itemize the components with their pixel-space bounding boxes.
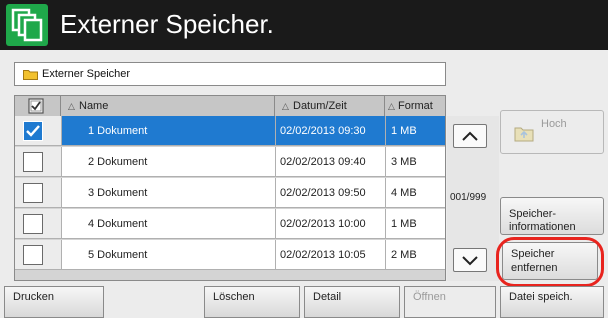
multi-page-copy-icon [6,4,48,46]
up-folder-button[interactable]: Hoch [500,110,604,154]
sort-triangle-icon: △ [282,101,289,111]
column-header-format[interactable]: △ Format [385,96,446,116]
table-row[interactable]: 3 Dokument 02/02/2013 09:50 4 MB [15,178,445,209]
table-row[interactable]: 1 Dokument 02/02/2013 09:30 1 MB [15,116,445,147]
storage-info-button[interactable]: Speicher- informationen [500,197,604,235]
file-date: 02/02/2013 09:40 [280,156,366,168]
page-counter: 001/999 [450,192,487,203]
row-checkbox[interactable] [23,214,43,234]
breadcrumb: Externer Speicher [14,62,446,86]
file-date: 02/02/2013 10:05 [280,249,366,261]
checkmark-icon [26,125,40,137]
page-title: Externer Speicher. [60,9,274,39]
title-bar: Externer Speicher. [0,0,608,50]
page-up-button[interactable] [453,124,487,148]
select-all-checkbox[interactable] [28,98,44,114]
file-name: 2 Dokument [88,156,148,168]
file-name: 3 Dokument [88,187,148,199]
save-file-button[interactable]: Datei speich. [500,286,604,318]
file-date: 02/02/2013 09:30 [280,125,366,137]
sort-triangle-icon: △ [388,101,395,111]
sort-triangle-icon: △ [68,101,75,111]
row-checkbox[interactable] [23,121,43,141]
file-size: 2 MB [391,249,417,261]
detail-button[interactable]: Detail [304,286,400,318]
print-button[interactable]: Drucken [4,286,104,318]
up-folder-label: Hoch [541,118,567,130]
page-down-button[interactable] [453,248,487,272]
row-checkbox[interactable] [23,183,43,203]
row-checkbox[interactable] [23,152,43,172]
file-size: 1 MB [391,218,417,230]
file-name: 4 Dokument [88,218,148,230]
table-row[interactable]: 5 Dokument 02/02/2013 10:05 2 MB [15,240,445,271]
open-button[interactable]: Öffnen [404,286,496,318]
delete-button[interactable]: Löschen [204,286,300,318]
table-row[interactable]: 4 Dokument 02/02/2013 10:00 1 MB [15,209,445,240]
file-date: 02/02/2013 09:50 [280,187,366,199]
file-date: 02/02/2013 10:00 [280,218,366,230]
breadcrumb-label: Externer Speicher [42,68,131,80]
file-size: 4 MB [391,187,417,199]
highlight-ring [496,237,604,287]
file-name: 5 Dokument [88,249,148,261]
file-size: 1 MB [391,125,417,137]
column-header-date[interactable]: △ Datum/Zeit [275,96,385,116]
folder-icon [23,70,38,80]
file-name: 1 Dokument [88,125,148,137]
select-all-header[interactable] [15,96,61,116]
folder-up-icon [514,127,534,142]
chevron-down-icon [462,256,478,266]
row-checkbox[interactable] [23,245,43,265]
table-row[interactable]: 2 Dokument 02/02/2013 09:40 3 MB [15,147,445,178]
column-header-name[interactable]: △ Name [61,96,275,116]
chevron-up-icon [462,131,478,141]
file-size: 3 MB [391,156,417,168]
